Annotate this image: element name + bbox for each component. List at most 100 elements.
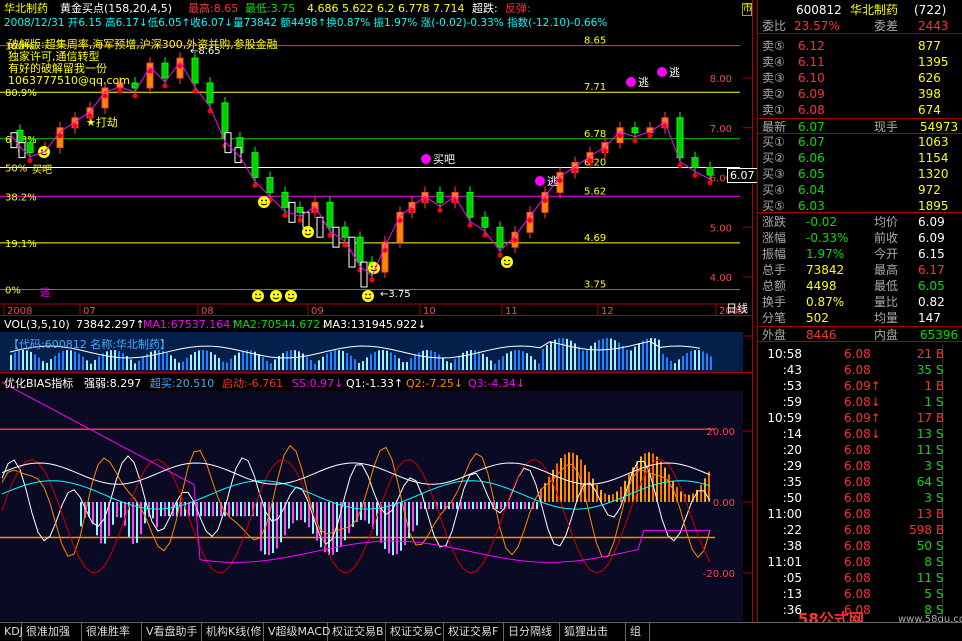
smiley-face — [302, 226, 314, 238]
wb-label: 委比 — [762, 19, 787, 33]
price-chart[interactable]: 100%80.9%61.8%50%38.2%19.1%0%8.657.716.7… — [0, 30, 752, 316]
volume-bar — [246, 350, 248, 370]
indicator-tab[interactable]: 权证交易F — [444, 623, 504, 641]
indicator-tab[interactable]: V超级MACD — [264, 623, 331, 641]
stat-label: 涨幅 — [762, 231, 787, 245]
indicator-name[interactable]: 黄金买点(158,20,4,5) — [60, 2, 172, 15]
buy-price: 6.06 — [798, 151, 825, 165]
indicator-tab[interactable]: KDJ — [0, 623, 23, 641]
volume-bar — [358, 362, 360, 370]
trend-dot — [162, 83, 168, 89]
indicator-tab[interactable]: V看盘助手 — [142, 623, 202, 641]
bias-bar — [232, 502, 234, 517]
bias-bar — [328, 502, 330, 555]
candle-body — [631, 127, 639, 134]
trend-dot — [327, 232, 333, 238]
volume-bar — [182, 361, 184, 370]
volume-bar — [334, 350, 336, 370]
tick-t: :50 — [782, 491, 802, 505]
tick-d: S — [936, 539, 944, 553]
indicator-tab[interactable]: 组 — [626, 623, 650, 641]
bias-bar — [664, 467, 666, 502]
sell-price: 6.12 — [798, 39, 825, 53]
tick-row: 10:59 6.09↑ 17 B — [758, 410, 962, 426]
volume-bar — [34, 354, 36, 370]
volume-bar — [26, 350, 28, 370]
chart-area[interactable]: 华北制药 黄金买点(158,20,4,5) 最高:8.65 最低:3.75 4.… — [0, 0, 758, 622]
trend-dot — [117, 88, 123, 94]
market-button[interactable]: 市 — [742, 3, 752, 16]
candle-body — [26, 142, 34, 154]
buy-row: 买③ 6.05 1320 — [758, 166, 962, 182]
outer-value: 8446 — [806, 328, 837, 342]
tick-v: 35 — [916, 363, 932, 377]
volume-bar — [178, 362, 180, 370]
tick-row: :29 6.08 3 S — [758, 458, 962, 474]
bias-bar — [136, 502, 138, 543]
candle-body — [496, 226, 504, 248]
volume-bar — [662, 354, 664, 370]
bias-bar — [620, 486, 622, 502]
sell-row: 卖② 6.09 398 — [758, 86, 962, 102]
wc-label: 委差 — [874, 19, 899, 33]
smiley-eye — [277, 293, 279, 296]
volume-bar — [346, 352, 348, 370]
volume-bar — [326, 353, 328, 370]
indicator-tab[interactable]: 狐狸出击 — [560, 623, 626, 641]
smiley-face — [258, 196, 270, 208]
now-hand-label: 现手 — [874, 120, 899, 134]
volume-bar — [266, 360, 268, 370]
buy-vol: 1063 — [918, 135, 949, 149]
bias-bar — [92, 502, 94, 525]
volume-bar — [350, 355, 352, 370]
bias-bar — [464, 502, 466, 510]
tick-row: :35 6.08 64 S — [758, 474, 962, 490]
volume-bar — [706, 353, 708, 370]
stat-value: 73842 — [806, 263, 845, 277]
smiley-icon — [252, 290, 264, 302]
tick-row: :59 6.08↓ 1 S — [758, 394, 962, 410]
volume-bar — [214, 354, 216, 370]
volume-bar — [338, 350, 340, 370]
indicator-tab[interactable]: 机构K线(修 — [202, 623, 264, 641]
stat-value: 1.97% — [806, 247, 845, 261]
tick-t: :53 — [782, 379, 802, 393]
period-button[interactable]: 日线 — [726, 302, 748, 315]
stat-value: 0.87% — [806, 295, 845, 309]
volume-bar — [710, 356, 712, 370]
bias-bar — [484, 502, 486, 510]
bias-bar — [652, 453, 654, 502]
volume-bar — [150, 351, 152, 370]
tick-p: 6.08 — [844, 363, 871, 377]
bias-chart[interactable]: 20.00 0.00 -20.00 — [0, 373, 752, 621]
volume-bar — [606, 338, 608, 370]
volume-bar — [670, 360, 672, 370]
trend-dot — [677, 163, 683, 169]
indicator-tab[interactable]: 权证交易C — [386, 623, 444, 641]
volume-bar — [426, 350, 428, 370]
sell-vol: 626 — [918, 71, 941, 85]
trend-dot — [707, 180, 713, 186]
indicator-tab[interactable]: 日分隔线 — [504, 623, 560, 641]
bias-q2: Q2:-7.25↓ — [406, 377, 464, 390]
volume-bar — [318, 360, 320, 370]
indicator-tab[interactable]: 很准胜率 — [82, 623, 142, 641]
vol-ma2: MA2:70544.672↓ — [233, 318, 330, 331]
tick-v: 3 — [924, 491, 932, 505]
tick-p: 6.08 — [844, 507, 871, 521]
volume-bar — [226, 362, 228, 370]
indicator-tab[interactable]: 权证交易B — [328, 623, 386, 641]
white-candle — [10, 132, 18, 149]
bias-bar — [272, 502, 274, 554]
buy-label: 买③ — [762, 167, 785, 181]
volume-bar — [582, 350, 584, 370]
tick-p: 6.08↓ — [844, 395, 881, 409]
volume-bar — [354, 359, 356, 370]
tick-t: :22 — [782, 523, 802, 537]
stat-label: 总手 — [762, 263, 787, 277]
level-label: 5.62 — [584, 186, 606, 197]
sell-row: 卖④ 6.11 1395 — [758, 54, 962, 70]
indicator-tab[interactable]: 很准加强 — [22, 623, 82, 641]
volume-bar — [414, 354, 416, 370]
candle-body — [706, 167, 714, 176]
